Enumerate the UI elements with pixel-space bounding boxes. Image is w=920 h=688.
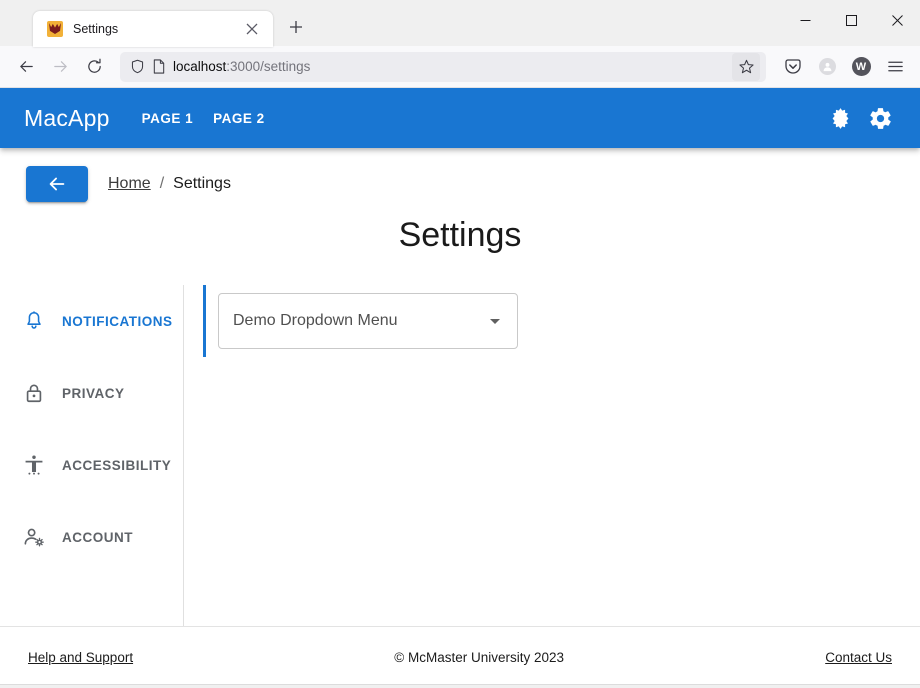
browser-tab-settings[interactable]: Settings	[33, 11, 273, 47]
mcmaster-crest-favicon	[47, 21, 63, 37]
breadcrumb: Home / Settings	[108, 175, 231, 193]
sidebar-item-label: ACCOUNT	[62, 529, 133, 545]
demo-dropdown-select[interactable]: Demo Dropdown Menu	[218, 293, 518, 349]
breadcrumb-separator: /	[159, 175, 165, 192]
url-host: localhost	[173, 59, 227, 74]
sidebar-item-label: ACCESSIBILITY	[62, 457, 172, 473]
window-close-icon[interactable]	[874, 0, 920, 40]
shield-icon	[130, 59, 145, 74]
account-circle-icon[interactable]	[812, 52, 842, 82]
account-avatar	[818, 58, 836, 75]
bell-icon	[22, 309, 46, 333]
app-header: MacApp PAGE 1 PAGE 2	[0, 88, 920, 148]
hamburger-menu-icon[interactable]	[880, 52, 910, 82]
reload-icon[interactable]	[78, 51, 110, 83]
page-document-icon	[152, 59, 166, 74]
extension-circle-icon[interactable]: W	[846, 52, 876, 82]
tab-strip: Settings	[0, 0, 311, 47]
copyright-text: © McMaster University 2023	[394, 650, 565, 665]
url-path: :3000/settings	[226, 59, 311, 74]
dark-mode-toggle-icon[interactable]	[820, 98, 860, 138]
accessibility-icon	[22, 453, 46, 477]
url-text: localhost:3000/settings	[173, 59, 725, 74]
page-viewport: MacApp PAGE 1 PAGE 2 Home / Settings Set…	[0, 88, 920, 688]
sidebar-item-account[interactable]: ACCOUNT	[22, 501, 183, 573]
back-button[interactable]	[26, 166, 88, 202]
breadcrumb-row: Home / Settings	[0, 148, 920, 202]
sidebar-item-label: NOTIFICATIONS	[62, 313, 173, 329]
sidebar-item-accessibility[interactable]: ACCESSIBILITY	[22, 429, 183, 501]
browser-back-icon[interactable]	[10, 51, 42, 83]
browser-navigation-bar: localhost:3000/settings W	[0, 46, 920, 88]
contact-us-link[interactable]: Contact Us	[825, 650, 892, 665]
help-and-support-link[interactable]: Help and Support	[28, 650, 133, 665]
gear-icon[interactable]	[860, 98, 900, 138]
maximize-icon[interactable]	[828, 0, 874, 40]
browser-titlebar: Settings	[0, 0, 920, 47]
page-footer: Help and Support © McMaster University 2…	[0, 626, 920, 688]
settings-panel: Demo Dropdown Menu	[184, 285, 920, 626]
demo-dropdown-label: Demo Dropdown Menu	[233, 312, 398, 329]
account-gear-icon	[22, 525, 46, 549]
page-title: Settings	[398, 216, 522, 254]
browser-window: Settings localhost:3000/settings W MacAp…	[0, 0, 920, 688]
lock-icon	[22, 381, 46, 405]
pocket-icon[interactable]	[778, 52, 808, 82]
minimize-icon[interactable]	[782, 0, 828, 40]
sidebar-item-privacy[interactable]: PRIVACY	[22, 357, 183, 429]
settings-tab-rail: NOTIFICATIONS PRIVACY ACCESSIBILITY ACCO…	[0, 285, 206, 626]
breadcrumb-home-link[interactable]: Home	[108, 175, 151, 193]
chevron-down-icon[interactable]	[487, 313, 503, 329]
sidebar-item-label: PRIVACY	[62, 385, 125, 401]
breadcrumb-current: Settings	[173, 175, 231, 192]
close-icon[interactable]	[241, 18, 263, 40]
nav-page-1[interactable]: PAGE 1	[132, 104, 204, 133]
new-tab-button[interactable]	[281, 12, 311, 42]
nav-page-2[interactable]: PAGE 2	[203, 104, 275, 133]
browser-tab-title: Settings	[73, 22, 119, 36]
window-controls	[782, 0, 920, 40]
browser-forward-icon[interactable]	[44, 51, 76, 83]
settings-content: NOTIFICATIONS PRIVACY ACCESSIBILITY ACCO…	[0, 255, 920, 626]
taskbar-edge	[0, 684, 920, 688]
extension-badge: W	[851, 57, 871, 76]
star-icon[interactable]	[732, 52, 760, 81]
url-bar[interactable]: localhost:3000/settings	[120, 51, 766, 82]
app-brand[interactable]: MacApp	[24, 105, 110, 132]
sidebar-item-notifications[interactable]: NOTIFICATIONS	[22, 285, 206, 357]
